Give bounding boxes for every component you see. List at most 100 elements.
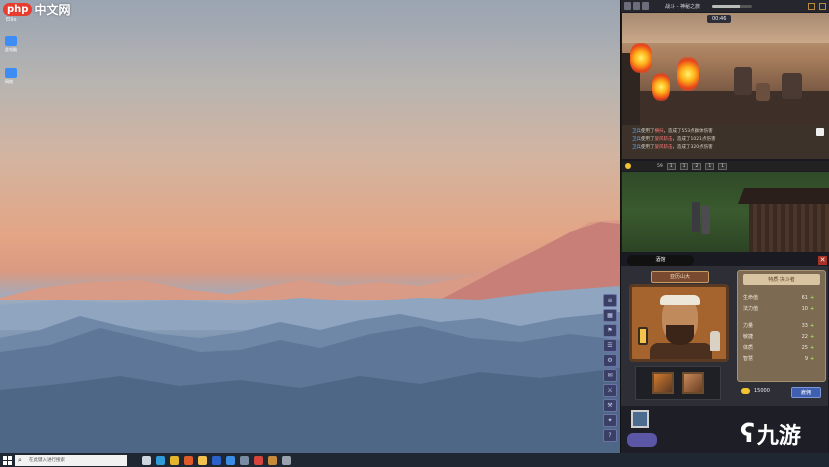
mountain-landscape: [0, 220, 620, 453]
log-line: 卫兵使用了旋风斩击，造成了1021点伤害: [632, 137, 716, 142]
exit-button[interactable]: [819, 2, 826, 10]
overworld-map[interactable]: [622, 172, 829, 252]
hero-rank: 特质·决斗者: [743, 274, 820, 285]
side-button-icon[interactable]: ⚙: [603, 354, 617, 367]
enemy-unit[interactable]: [782, 73, 802, 99]
speed-toggle[interactable]: 1: [666, 162, 676, 170]
log-line: 卫兵使用了横扫，造成了553点群体伤害: [632, 129, 713, 134]
battle-timer: 00:46: [707, 15, 732, 23]
terminal-icon[interactable]: [282, 455, 291, 465]
side-button-icon[interactable]: ✦: [603, 414, 617, 427]
tavern-tab[interactable]: 酒馆: [627, 255, 694, 266]
gold-amount: 15000: [754, 388, 770, 394]
hero-stats: 特质·决斗者 生命值 61 + 法力值 10 + 力量 33 + 敏捷 22 + 体质 25 + 智…: [737, 270, 826, 382]
skill-slot-icon[interactable]: [682, 372, 704, 394]
hero-portrait: [629, 284, 729, 362]
speed-toggle[interactable]: 2: [692, 162, 702, 170]
side-toolbar: ≡ ▦ ⚑ ☰ ⚙ ✉ ⚔ ⚒ ✦ ?: [603, 294, 618, 444]
building[interactable]: [749, 202, 829, 252]
gold-display: 15000: [741, 388, 770, 394]
stat-plus-button[interactable]: +: [810, 354, 820, 365]
bottle-icon: [710, 331, 720, 351]
stat-row: 法力值 10 +: [743, 304, 820, 315]
hero-panel: 亚历山大 特质·决斗者 生命值 61 + 法力值 10 + 力量 33 + 敏捷 22 + 体质…: [621, 266, 828, 406]
stat-plus-button[interactable]: +: [810, 321, 820, 332]
stat-plus-button[interactable]: +: [810, 293, 820, 304]
hero-unit[interactable]: [702, 206, 710, 234]
side-button-icon[interactable]: ☰: [603, 339, 617, 352]
watermark-subtext: Ellio: [6, 17, 17, 23]
stat-plus-button[interactable]: +: [810, 304, 820, 315]
speed-bar: 59 1 1 2 1 1: [622, 161, 829, 171]
store-icon[interactable]: [184, 455, 193, 465]
enemy-unit[interactable]: [756, 83, 770, 101]
computer-icon: [5, 36, 17, 46]
taskbar-search-input[interactable]: 在此键入进行搜索: [15, 454, 127, 466]
action-pill-button[interactable]: [627, 433, 657, 447]
skill-slot-icon[interactable]: [652, 372, 674, 394]
side-button-icon[interactable]: ✉: [603, 369, 617, 382]
stat-row: 体质 25 +: [743, 343, 820, 354]
unit-thumbnail[interactable]: [631, 410, 649, 428]
watermark-text: 中文网: [34, 3, 71, 17]
speed-toggle[interactable]: 1: [679, 162, 689, 170]
folder-icon[interactable]: [198, 455, 207, 465]
combat-log: 卫兵使用了横扫，造成了553点群体伤害 卫兵使用了旋风斩击，造成了1021点伤害…: [622, 125, 829, 159]
jiuyou-logo-icon: ʕ: [740, 419, 755, 449]
network-icon: [5, 68, 17, 78]
desktop-icon-label: 网络: [5, 79, 13, 84]
log-line: 卫兵使用了旋风斩击，造成了320点伤害: [632, 145, 713, 150]
hire-button[interactable]: 雇佣: [791, 387, 821, 398]
stat-row: 生命值 61 +: [743, 293, 820, 304]
expand-icon[interactable]: [816, 128, 824, 136]
jiuyou-watermark: ʕ 九游: [740, 418, 801, 450]
desktop-wallpaper: php 中文网 Ellio 此电脑 网络: [0, 0, 620, 453]
media-icon[interactable]: [254, 455, 263, 465]
side-button-icon[interactable]: ⚔: [603, 384, 617, 397]
fire-effect: [652, 73, 670, 101]
stat-plus-button[interactable]: +: [810, 332, 820, 343]
taskbar-apps: [142, 455, 291, 465]
fire-effect: [677, 57, 699, 91]
desktop-icon-network[interactable]: 网络: [5, 68, 19, 85]
fire-effect: [630, 43, 652, 73]
skill-slots: [635, 366, 721, 400]
battle-scene: 00:46: [622, 13, 829, 125]
chrome-icon[interactable]: [170, 455, 179, 465]
game-title: 战斗 - 神秘之旅: [665, 3, 700, 10]
desktop-icon-label: 此电脑: [5, 47, 17, 52]
windows-start-icon[interactable]: [3, 455, 12, 465]
enemy-unit[interactable]: [734, 67, 752, 95]
side-button-icon[interactable]: ?: [603, 429, 617, 442]
mail-icon[interactable]: [226, 455, 235, 465]
desktop-icon-computer[interactable]: 此电脑: [5, 36, 19, 53]
taskbar: 在此键入进行搜索: [0, 453, 829, 467]
close-button[interactable]: ✕: [818, 256, 827, 265]
stat-row: 智慧 9 +: [743, 354, 820, 365]
hero-name: 亚历山大: [651, 271, 709, 283]
side-button-icon[interactable]: ⚒: [603, 399, 617, 412]
php-logo: php: [3, 3, 33, 16]
speed-toggle[interactable]: 1: [718, 162, 728, 170]
game-icon[interactable]: [268, 455, 277, 465]
stat-plus-button[interactable]: +: [810, 343, 820, 354]
php-watermark: php 中文网: [3, 1, 70, 18]
shield-icon[interactable]: [633, 2, 640, 10]
task-view-icon[interactable]: [142, 455, 151, 465]
shield-icon[interactable]: [624, 2, 631, 10]
game-titlebar: 战斗 - 神秘之旅: [621, 0, 829, 12]
jiuyou-text: 九游: [756, 424, 801, 449]
hero-unit[interactable]: [692, 202, 700, 232]
stat-row: 力量 33 +: [743, 321, 820, 332]
speed-toggle[interactable]: 1: [705, 162, 715, 170]
fullscreen-button[interactable]: [808, 2, 815, 10]
edge-icon[interactable]: [156, 455, 165, 465]
steam-icon[interactable]: [240, 455, 249, 465]
progress-fill: [711, 4, 740, 8]
stat-row: 敏捷 22 +: [743, 332, 820, 343]
side-button-icon[interactable]: ≡: [603, 294, 617, 307]
shield-icon[interactable]: [642, 2, 649, 10]
side-button-icon[interactable]: ⚑: [603, 324, 617, 337]
side-button-icon[interactable]: ▦: [603, 309, 617, 322]
word-icon[interactable]: [212, 455, 221, 465]
